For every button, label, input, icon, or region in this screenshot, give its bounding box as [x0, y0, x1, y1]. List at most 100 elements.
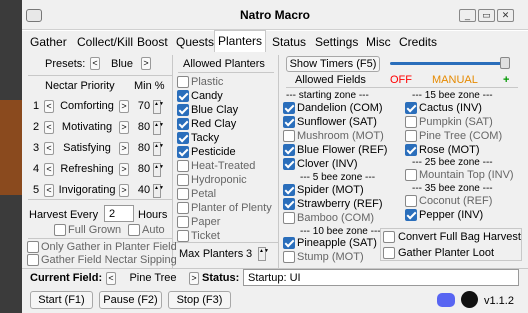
- field-label: Stump (MOT): [297, 251, 364, 263]
- priority-next-button[interactable]: >: [119, 163, 129, 176]
- priority-prev-button[interactable]: <: [44, 142, 54, 155]
- discord-icon[interactable]: [437, 293, 455, 307]
- priority-prev-button[interactable]: <: [44, 163, 54, 176]
- min-percent-stepper[interactable]: ▲▼: [153, 142, 164, 156]
- priority-number: 5: [33, 184, 40, 196]
- stop-button[interactable]: Stop (F3): [168, 291, 231, 309]
- priority-next-button[interactable]: >: [119, 121, 129, 134]
- priority-prev-button[interactable]: <: [44, 100, 54, 113]
- field-checkbox[interactable]: [405, 169, 417, 181]
- min-percent-value: 40: [137, 184, 151, 196]
- field-checkbox[interactable]: [283, 158, 295, 170]
- priority-prev-button[interactable]: <: [44, 121, 54, 134]
- min-percent-stepper[interactable]: ▲▼: [153, 121, 164, 135]
- field-checkbox[interactable]: [405, 130, 417, 142]
- field-label: Pine Tree (COM): [419, 130, 503, 142]
- harvest-hours-input[interactable]: 2: [104, 205, 134, 222]
- priority-number: 1: [33, 100, 40, 112]
- five-bee-zone-header: --- 5 bee zone ---: [300, 172, 376, 183]
- status-field: Startup: UI: [243, 269, 519, 286]
- planter-checkbox[interactable]: [177, 76, 189, 88]
- min-percent-stepper[interactable]: ▲▼: [153, 184, 164, 198]
- presets-label: Presets:: [45, 58, 86, 70]
- planter-checkbox[interactable]: [177, 174, 189, 186]
- gather-nectar-checkbox[interactable]: [27, 254, 39, 266]
- divider: [172, 55, 173, 268]
- field-checkbox[interactable]: [283, 198, 295, 210]
- priority-prev-button[interactable]: <: [44, 184, 54, 197]
- tab-gather[interactable]: Gather: [30, 34, 67, 50]
- field-checkbox[interactable]: [283, 184, 295, 196]
- preset-prev-button[interactable]: <: [90, 57, 100, 70]
- planter-label: Candy: [191, 90, 223, 102]
- planter-checkbox[interactable]: [177, 132, 189, 144]
- field-label: Pumpkin (SAT): [419, 116, 493, 128]
- min-percent-value: 70: [137, 100, 151, 112]
- tab-settings[interactable]: Settings: [315, 34, 358, 50]
- divider: [278, 55, 279, 268]
- planter-label: Paper: [191, 216, 221, 228]
- planter-checkbox[interactable]: [177, 118, 189, 130]
- minimize-icon[interactable]: _: [459, 9, 476, 22]
- tab-credits[interactable]: Credits: [399, 34, 437, 50]
- slider-thumb[interactable]: [500, 57, 510, 69]
- off-label: OFF: [390, 74, 412, 86]
- field-checkbox[interactable]: [405, 209, 417, 221]
- current-field-prev-button[interactable]: <: [106, 272, 116, 285]
- max-planters-stepper[interactable]: ▲▼: [258, 247, 269, 261]
- planter-checkbox[interactable]: [177, 202, 189, 214]
- field-checkbox[interactable]: [283, 237, 295, 249]
- window-title: Natro Macro: [239, 8, 310, 22]
- priority-next-button[interactable]: >: [119, 142, 129, 155]
- auto-checkbox[interactable]: [128, 224, 140, 236]
- planter-checkbox[interactable]: [177, 104, 189, 116]
- github-icon[interactable]: [461, 291, 478, 308]
- planter-checkbox[interactable]: [177, 230, 189, 242]
- min-percent-stepper[interactable]: ▲▼: [153, 100, 164, 114]
- transparency-slider[interactable]: [390, 62, 504, 65]
- field-checkbox[interactable]: [283, 251, 295, 263]
- full-grown-checkbox[interactable]: [54, 224, 66, 236]
- show-timers-button[interactable]: Show Timers (F5): [286, 56, 380, 72]
- gather-planter-loot-checkbox[interactable]: [383, 247, 395, 259]
- planter-checkbox[interactable]: [177, 216, 189, 228]
- tab-planters[interactable]: Planters: [214, 30, 267, 52]
- planter-checkbox[interactable]: [177, 90, 189, 102]
- close-icon[interactable]: ✕: [497, 9, 514, 22]
- field-checkbox[interactable]: [405, 116, 417, 128]
- planter-checkbox[interactable]: [177, 160, 189, 172]
- tab-status[interactable]: Status: [272, 34, 306, 50]
- pause-button[interactable]: Pause (F2): [99, 291, 162, 309]
- gather-planter-loot-label: Gather Planter Loot: [398, 247, 495, 259]
- convert-full-bag-checkbox[interactable]: [383, 231, 395, 243]
- current-field-next-button[interactable]: >: [189, 272, 199, 285]
- field-checkbox[interactable]: [283, 116, 295, 128]
- field-checkbox[interactable]: [283, 212, 295, 224]
- tab-misc[interactable]: Misc: [366, 34, 391, 50]
- planter-checkbox[interactable]: [177, 146, 189, 158]
- field-checkbox[interactable]: [405, 195, 417, 207]
- twentyfive-bee-zone-header: --- 25 bee zone ---: [412, 157, 493, 168]
- start-button[interactable]: Start (F1): [30, 291, 93, 309]
- restore-icon[interactable]: ▭: [478, 9, 495, 22]
- min-percent-stepper[interactable]: ▲▼: [153, 163, 164, 177]
- field-checkbox[interactable]: [405, 144, 417, 156]
- field-label: Pineapple (SAT): [297, 237, 377, 249]
- field-checkbox[interactable]: [405, 102, 417, 114]
- planter-checkbox[interactable]: [177, 188, 189, 200]
- field-checkbox[interactable]: [283, 144, 295, 156]
- field-checkbox[interactable]: [283, 130, 295, 142]
- only-gather-checkbox[interactable]: [27, 241, 39, 253]
- tab-boost[interactable]: Boost: [137, 34, 168, 50]
- hours-label: Hours: [138, 209, 168, 221]
- min-percent-value: 80: [137, 142, 151, 154]
- tab-quests[interactable]: Quests: [176, 34, 214, 50]
- priority-next-button[interactable]: >: [119, 100, 129, 113]
- planter-label: Petal: [191, 188, 217, 200]
- field-label: Mushroom (MOT): [297, 130, 384, 142]
- priority-next-button[interactable]: >: [119, 184, 129, 197]
- field-checkbox[interactable]: [283, 102, 295, 114]
- status-label: Status:: [202, 272, 240, 284]
- preset-next-button[interactable]: >: [141, 57, 151, 70]
- tab-collect-kill[interactable]: Collect/Kill: [77, 34, 133, 50]
